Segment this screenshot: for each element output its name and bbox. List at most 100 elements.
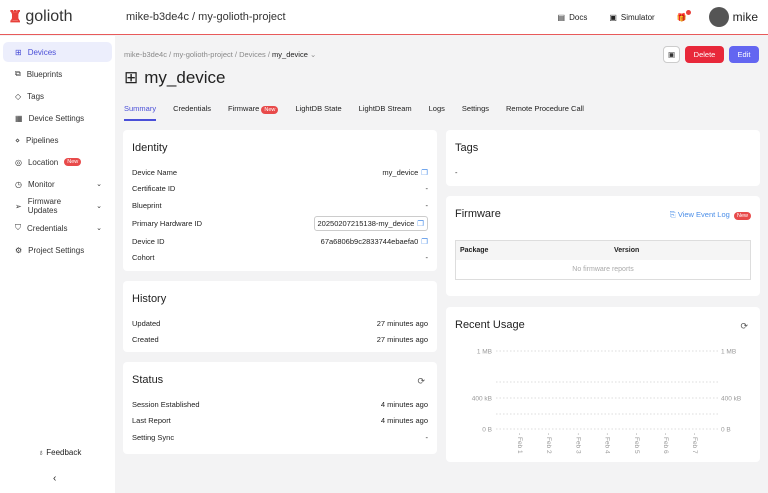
sidebar-item-project-settings[interactable]: ⚙ Project Settings xyxy=(3,240,112,260)
row-value: 27 minutes ago xyxy=(376,319,428,328)
tab-lightdb-stream[interactable]: LightDB Stream xyxy=(359,104,412,121)
sidebar-item-firmware-updates[interactable]: ➢ Firmware Updates ⌄ xyxy=(3,196,112,216)
recent-usage-card: Recent Usage ⟳ 1 MB 1 MB 400 kB 400 kB 0 B0 … xyxy=(446,307,760,462)
simulator-link[interactable]: ▣ Simulator xyxy=(609,13,654,22)
sidebar-item-label: Devices xyxy=(27,47,57,57)
breadcrumb-project[interactable]: my-golioth-project xyxy=(173,50,233,59)
delete-button[interactable]: Delete xyxy=(685,46,724,63)
shield-icon: ⛉ xyxy=(15,223,21,232)
history-row: Updated 27 minutes ago xyxy=(132,319,428,328)
copy-icon[interactable]: ❐ xyxy=(421,237,428,246)
row-label: Device Name xyxy=(132,168,178,177)
x-tick-label: - Feb 7 xyxy=(691,433,698,454)
tab-logs[interactable]: Logs xyxy=(429,104,445,121)
sidebar-item-monitor[interactable]: ◷ Monitor ⌄ xyxy=(3,174,112,194)
row-value: 4 minutes ago xyxy=(380,400,428,409)
new-badge: New xyxy=(64,158,82,166)
chevron-down-icon[interactable]: ⌄ xyxy=(310,50,316,59)
card-title: Status xyxy=(132,374,164,386)
sidebar-item-pipelines[interactable]: ⋄ Pipelines xyxy=(3,130,112,150)
x-tick-label: - Feb 5 xyxy=(633,433,640,454)
refresh-icon[interactable]: ⟳ xyxy=(417,376,425,387)
org-link[interactable]: mike-b3de4c xyxy=(126,11,189,23)
row-value: - xyxy=(425,184,429,193)
grid-icon: ⊞ xyxy=(15,47,22,57)
compass-icon: ◎ xyxy=(15,157,22,167)
terminal-icon: ▣ xyxy=(667,50,676,59)
pipeline-icon: ⋄ xyxy=(15,135,21,145)
copy-icon[interactable]: ❐ xyxy=(421,168,428,177)
new-badge: New xyxy=(733,212,751,220)
sidebar-item-label: Device Settings xyxy=(28,113,85,123)
row-value: - xyxy=(425,201,429,210)
status-row: Last Report 4 minutes ago xyxy=(132,416,428,425)
y-tick-right: 1 MB xyxy=(721,349,736,356)
collapse-sidebar-icon[interactable]: ‹ xyxy=(53,473,56,484)
x-tick-label: - Feb 2 xyxy=(545,433,552,454)
column-header: Package xyxy=(460,247,489,254)
golioth-logo[interactable]: ♜ golioth xyxy=(8,7,126,27)
org-project-crumb: mike-b3de4c / my-golioth-project xyxy=(126,11,286,23)
sidebar-item-device-settings[interactable]: ▦ Device Settings xyxy=(3,108,112,128)
tags-value: - xyxy=(455,168,458,177)
chevron-down-icon: ⌄ xyxy=(96,181,102,188)
tab-summary[interactable]: Summary xyxy=(124,104,157,121)
sidebar-item-devices[interactable]: ⊞ Devices xyxy=(3,42,112,62)
tab-lightdb-state[interactable]: LightDB State xyxy=(295,104,341,121)
column-header: Version xyxy=(614,247,640,254)
identity-row: Device ID 67a6806b9c2833744ebaefa0 ❐ xyxy=(132,237,428,246)
chevron-down-icon: ⌄ xyxy=(96,203,102,210)
identity-row: Cohort - xyxy=(132,253,428,262)
tab-settings[interactable]: Settings xyxy=(462,104,489,121)
sidebar-item-label: Monitor xyxy=(27,179,55,189)
new-badge: New xyxy=(261,106,279,114)
gift-icon[interactable]: 🎁 xyxy=(677,9,691,22)
breadcrumb-devices[interactable]: Devices xyxy=(239,50,266,59)
main-content: mike-b3de4c / my-golioth-project / Devic… xyxy=(115,36,768,493)
row-label: Blueprint xyxy=(132,201,162,210)
tab-credentials[interactable]: Credentials xyxy=(173,104,211,121)
book-icon: ▤ xyxy=(557,12,566,22)
sidebar-item-location[interactable]: ◎ Location New xyxy=(3,152,112,172)
sidebar-item-label: Tags xyxy=(27,91,45,101)
view-event-log-link[interactable]: ⎘ View Event Log New xyxy=(670,210,751,220)
history-row: Created 27 minutes ago xyxy=(132,335,428,344)
grid-icon: ⊞ xyxy=(124,68,139,87)
sidebar-item-blueprints[interactable]: ⧉ Blueprints xyxy=(3,64,112,84)
row-value: - xyxy=(425,433,429,442)
tab-firmware[interactable]: Firmware New xyxy=(228,104,279,121)
edit-button[interactable]: Edit xyxy=(729,46,759,63)
tab-rpc[interactable]: Remote Procedure Call xyxy=(506,104,584,121)
project-link[interactable]: my-golioth-project xyxy=(198,11,285,23)
terminal-button[interactable]: ▣ xyxy=(663,46,680,63)
row-label: Created xyxy=(132,335,159,344)
copy-icon[interactable]: ❐ xyxy=(417,219,424,228)
lightbulb-icon: ♁ xyxy=(38,448,44,457)
breadcrumb-device[interactable]: my_device xyxy=(272,50,308,59)
docs-link[interactable]: ▤ Docs xyxy=(558,13,588,22)
feedback-button[interactable]: ♁ Feedback xyxy=(38,448,81,457)
row-label: Cohort xyxy=(132,253,155,262)
docs-label: Docs xyxy=(569,12,588,22)
device-title: my_device xyxy=(144,68,226,87)
y-tick-left: 0 B xyxy=(482,427,492,434)
sidebar-item-tags[interactable]: ◇ Tags xyxy=(3,86,112,106)
gear-icon: ⚙ xyxy=(15,245,23,255)
card-title: Identity xyxy=(132,142,168,154)
row-label: Device ID xyxy=(132,237,165,246)
row-label: Updated xyxy=(132,319,161,328)
user-menu[interactable]: mike xyxy=(708,7,758,27)
sidebar-item-credentials[interactable]: ⛉ Credentials ⌄ xyxy=(3,218,112,238)
terminal-icon: ▣ xyxy=(609,12,617,22)
chevron-down-icon: ⌄ xyxy=(96,225,102,232)
breadcrumb-org[interactable]: mike-b3de4c xyxy=(124,50,167,59)
y-tick-right: 0 B xyxy=(721,427,731,434)
row-value: 20250207215138-my_device xyxy=(317,219,415,228)
user-name: mike xyxy=(732,10,758,24)
empty-message: No firmware reports xyxy=(572,266,634,273)
row-value: 67a6806b9c2833744ebaefa0 xyxy=(320,237,419,246)
identity-row: Primary Hardware ID 20250207215138-my_dev… xyxy=(132,216,428,231)
breadcrumb: mike-b3de4c / my-golioth-project / Devic… xyxy=(124,50,317,59)
row-label: Certificate ID xyxy=(132,184,176,193)
firmware-table: Package Version No firmware reports xyxy=(455,240,751,280)
